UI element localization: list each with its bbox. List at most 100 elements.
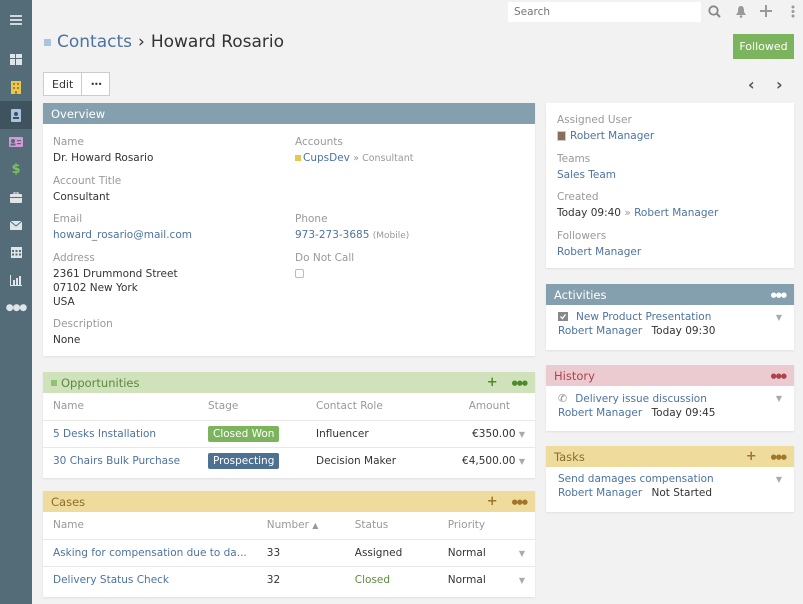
address-field: Address 2361 Drummond Street 07102 New Y… [53,252,178,309]
column-header-name[interactable]: Name [43,512,257,540]
sidebar-item-leads[interactable] [0,128,32,156]
column-header-number[interactable]: Number ▲ [256,512,345,540]
opportunities-menu-button[interactable]: ●●● [512,379,528,387]
more-actions-button[interactable]: ••• [82,72,111,96]
menu-button[interactable] [785,3,801,19]
stage-badge: Prospecting [208,452,280,469]
created-time: Today 09:40 [557,207,621,219]
previous-record-button[interactable]: ‹ [748,75,755,94]
cases-panel: Cases + ●●● Name Number ▲ Status Priorit… [43,491,535,597]
briefcase-icon [10,191,22,203]
task-menu-caret-icon[interactable]: ▼ [776,475,782,484]
name-label: Name [53,136,84,148]
case-status: Assigned [344,539,438,567]
account-link[interactable]: CupsDev [303,152,350,164]
column-header-name[interactable]: Name [43,393,198,421]
case-name-link[interactable]: Delivery Status Check [53,574,169,586]
task-user-link[interactable]: Robert Manager [558,487,642,499]
sidebar-menu-toggle[interactable] [0,6,32,34]
search-button[interactable] [706,3,722,19]
opportunity-name-link[interactable]: 30 Chairs Bulk Purchase [53,455,180,467]
tasks-panel: Tasks + ●●● Send damages compensation Ro… [546,446,794,512]
column-header-status[interactable]: Status [344,512,438,540]
teams-label: Teams [557,153,591,165]
row-menu-caret-icon[interactable]: ▼ [519,576,525,585]
breadcrumb: Contacts › Howard Rosario [44,32,284,52]
opportunity-name-link[interactable]: 5 Desks Installation [53,428,156,440]
activity-user-link[interactable]: Robert Manager [558,325,642,337]
history-menu-button[interactable]: ●●● [770,371,787,380]
add-task-button[interactable]: + [746,449,757,464]
search-icon [707,4,721,18]
activities-panel: Activities ●●● New Product Presentation … [546,284,794,350]
side-info-panel: Assigned User Robert Manager Teams Sales… [546,103,794,268]
assigned-user-link[interactable]: Robert Manager [570,130,654,142]
sidebar-item-reports[interactable] [0,266,32,294]
phone-link[interactable]: 973-273-3685 [295,229,369,241]
activities-menu-button[interactable]: ●●● [771,291,787,299]
column-header-amount[interactable]: Amount [431,393,535,421]
history-menu-caret-icon[interactable]: ▼ [776,394,782,403]
plus-icon: + [486,494,498,509]
global-search-input[interactable] [508,2,701,22]
sidebar-item-more[interactable]: ●●● [0,294,32,322]
history-time: Today 09:45 [651,407,716,419]
row-menu-caret-icon[interactable]: ▼ [519,430,525,439]
activity-title-link[interactable]: New Product Presentation [576,311,711,323]
sidebar-item-dashboard[interactable] [0,45,32,73]
add-case-button[interactable]: + [487,494,498,509]
email-link[interactable]: howard_rosario@mail.com [53,229,192,241]
history-panel: History ●●● ✆ Delivery issue discussion R… [546,365,794,431]
amount: €4,500.00 [462,454,516,467]
do-not-call-checkbox[interactable] [295,269,304,278]
assigned-user-field: Assigned User Robert Manager [557,114,654,143]
sidebar-item-contacts[interactable] [0,101,32,129]
description-label: Description [53,318,113,330]
chevron-right-icon: › [776,75,783,94]
calendar-check-icon [558,312,568,321]
add-opportunity-button[interactable]: + [487,375,498,390]
breadcrumb-contacts-link[interactable]: Contacts [57,32,132,52]
edit-button[interactable]: Edit [43,72,83,96]
more-icon: ●●● [5,303,28,313]
task-title-link[interactable]: Send damages compensation [558,473,714,485]
team-link[interactable]: Sales Team [557,169,616,181]
column-header-stage[interactable]: Stage [198,393,306,421]
activities-title: Activities [554,287,607,302]
notifications-button[interactable] [733,3,749,19]
cases-menu-button[interactable]: ●●● [512,498,528,506]
followed-button[interactable]: Followed [733,34,794,59]
sort-ascending-icon: ▲ [312,521,319,531]
more-dots-icon: ••• [90,79,102,89]
tasks-header: Tasks + ●●● [546,446,794,467]
follower-link[interactable]: Robert Manager [557,246,641,258]
column-header-priority[interactable]: Priority [437,512,505,540]
more-dots-icon: ●●● [770,371,787,380]
created-by-link[interactable]: Robert Manager [634,207,718,219]
sidebar-item-cases[interactable] [0,183,32,211]
tasks-menu-button[interactable]: ●●● [771,453,787,461]
description-value: None [53,334,81,346]
record-actions: Edit ••• [43,72,111,96]
quick-create-button[interactable] [758,3,774,19]
sidebar-item-opportunities[interactable]: $ [0,155,32,183]
next-record-button[interactable]: › [776,75,783,94]
contact-card-icon [11,108,21,122]
opportunities-square-icon [51,379,57,386]
history-title-link[interactable]: Delivery issue discussion [575,393,707,405]
activity-menu-caret-icon[interactable]: ▼ [776,313,782,322]
row-menu-caret-icon[interactable]: ▼ [519,549,525,558]
table-row: 5 Desks Installation Closed Won Influenc… [43,420,535,448]
tasks-title: Tasks [554,449,585,464]
sidebar-item-email[interactable] [0,211,32,239]
row-menu-caret-icon[interactable]: ▼ [519,457,525,466]
sidebar-item-calendar[interactable] [0,238,32,266]
assigned-user-label: Assigned User [557,114,632,126]
sidebar-item-accounts[interactable] [0,73,32,101]
column-header-contact-role[interactable]: Contact Role [306,393,431,421]
address-label: Address [53,252,95,264]
email-field: Email howard_rosario@mail.com [53,213,192,242]
case-name-link[interactable]: Asking for compensation due to da... [53,547,247,559]
history-user-link[interactable]: Robert Manager [558,407,642,419]
case-priority: Normal [447,573,486,586]
